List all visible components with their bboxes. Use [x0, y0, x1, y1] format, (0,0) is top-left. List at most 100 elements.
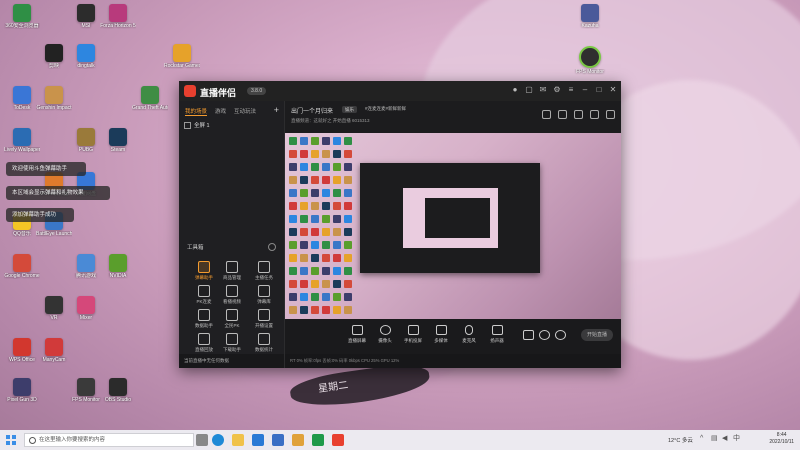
toolbox-item[interactable]: 下载助手 — [217, 333, 247, 353]
clock[interactable]: 8:44 2022/10/11 — [769, 432, 794, 446]
tool-icon — [226, 285, 238, 297]
audio-settings-button[interactable] — [537, 330, 551, 340]
source-mic[interactable]: 麦克风 — [455, 325, 483, 344]
source-camera[interactable]: 摄像头 — [371, 325, 399, 344]
windows-start-icon[interactable] — [6, 435, 16, 445]
settings-icon[interactable]: ⚙ — [553, 86, 561, 94]
avatar-icon[interactable]: ● — [511, 86, 519, 94]
desktop-icon[interactable]: 剪映 — [36, 44, 72, 69]
desktop-icon[interactable]: Forza Horizon 5 — [100, 4, 136, 29]
desktop-icon[interactable]: VR — [36, 296, 72, 321]
edge-icon[interactable] — [212, 434, 224, 446]
preview-icon — [300, 228, 308, 236]
desktop-icon[interactable]: 腾讯游戏 — [68, 254, 104, 279]
desktop-icon[interactable]: Steam — [100, 128, 136, 153]
preview-icon — [311, 241, 319, 249]
menu-icon[interactable]: ≡ — [567, 86, 575, 94]
desktop-icon-label: OBS Studio — [104, 397, 132, 403]
scene-item[interactable]: 全屏 1 — [184, 121, 210, 130]
toolbox-item[interactable]: PK连麦 — [189, 285, 219, 305]
toolbox-item[interactable]: 直播回放 — [189, 333, 219, 353]
main-toolbar — [542, 110, 615, 119]
live-companion-taskbar-icon[interactable] — [332, 434, 344, 446]
weather-widget[interactable]: 12°C 多云 — [668, 436, 693, 444]
toolbox-item[interactable]: 弹幕助手 — [189, 261, 219, 281]
desktop-icon[interactable]: OBS Studio — [100, 378, 136, 403]
add-scene-button[interactable]: + — [274, 105, 279, 115]
close-icon[interactable]: ✕ — [609, 86, 617, 94]
source-screen[interactable]: 直播屏幕 — [343, 325, 371, 344]
preview-icon — [344, 280, 352, 288]
record-icon[interactable] — [574, 110, 583, 119]
ime-icon[interactable]: 中 — [733, 435, 740, 443]
taskbar-app-icon[interactable] — [312, 434, 324, 446]
toolbox-item[interactable]: 商品管理 — [217, 261, 247, 281]
desktop-icon[interactable]: Google Chrome — [4, 254, 40, 279]
toolbox-item[interactable]: 数据统计 — [249, 333, 279, 353]
app-g-icon[interactable] — [292, 434, 304, 446]
tab-interactive[interactable]: 互动玩法 — [234, 107, 256, 116]
desktop-icon[interactable]: PUBG — [68, 128, 104, 153]
share-icon[interactable] — [542, 110, 551, 119]
live-preview[interactable] — [285, 133, 621, 319]
preview-icon — [311, 137, 319, 145]
desktop-icon[interactable]: dingtalk — [68, 44, 104, 69]
toolbox-item[interactable]: 弹幕库 — [249, 285, 279, 305]
stream-title[interactable]: 出门一个月归来 — [291, 106, 333, 115]
desktop-icon[interactable]: ToDesk — [4, 86, 40, 111]
lock-icon[interactable] — [558, 110, 567, 119]
volume-icon[interactable]: ◀ — [722, 435, 729, 443]
toolbox-item[interactable]: 数据助手 — [189, 309, 219, 329]
desktop-icon[interactable]: Mixer — [68, 296, 104, 321]
expand-icon[interactable] — [606, 110, 615, 119]
source-phone[interactable]: 手机投屏 — [399, 325, 427, 344]
desktop-icon[interactable]: Grand Theft Auto V — [132, 86, 168, 111]
desktop-icon-label: QQ音乐 — [13, 231, 31, 237]
desktop-icon-label: Grand Theft Auto V — [132, 105, 168, 111]
task-view-icon[interactable] — [196, 434, 208, 446]
desktop-icon[interactable]: MSI — [68, 4, 104, 29]
live-companion-window[interactable]: 直播伴侣 3.8.0 ● ▢ ✉ ⚙ ≡ – □ ✕ 我的场景 游戏 互动玩法 … — [179, 81, 621, 368]
tab-games[interactable]: 游戏 — [215, 107, 226, 116]
app-icon — [77, 128, 95, 146]
record-video-button[interactable] — [521, 330, 535, 340]
desktop-icon[interactable]: ManyCam — [36, 338, 72, 363]
stream-category-tag[interactable]: 娱乐 — [342, 106, 357, 113]
desktop-icon[interactable]: Rockstar Games — [164, 44, 200, 69]
toolbox-more-icon[interactable] — [268, 243, 276, 251]
mail-icon[interactable] — [272, 434, 284, 446]
desktop-icon[interactable]: Pixel Gun 3D — [4, 378, 40, 403]
chevron-up-icon[interactable]: ^ — [700, 435, 707, 443]
desktop-icon-label: NVIDIA — [109, 273, 127, 279]
message-icon[interactable]: ✉ — [539, 86, 547, 94]
settings-button[interactable] — [553, 330, 567, 340]
file-explorer-icon[interactable] — [232, 434, 244, 446]
toolbox-item[interactable]: 主播任务 — [249, 261, 279, 281]
skin-icon[interactable]: ▢ — [525, 86, 533, 94]
toolbox-item[interactable]: 开播设置 — [249, 309, 279, 329]
desktop-icon[interactable]: NVIDIA — [100, 254, 136, 279]
notification-icon[interactable] — [590, 110, 599, 119]
source-media[interactable]: 多媒体 — [427, 325, 455, 344]
desktop-icon[interactable]: 360安全浏览器 — [4, 4, 40, 29]
toolbox-item[interactable]: 看播视频 — [217, 285, 247, 305]
go-live-button[interactable]: 开始直播 — [581, 329, 613, 341]
taskbar-search-input[interactable]: 在这里输入你要搜索的内容 — [24, 433, 194, 447]
stream-topic-tag[interactable]: #连麦连麦#新鲜新鲜 — [365, 106, 406, 112]
store-icon[interactable] — [252, 434, 264, 446]
desktop-icon-right-fps[interactable]: FPS Monitor — [572, 46, 608, 75]
toolbox-item[interactable]: 全民PK — [217, 309, 247, 329]
desktop-icon[interactable]: Lively Wallpaper — [4, 128, 40, 153]
desktop-icon[interactable]: WPS Office — [4, 338, 40, 363]
source-speaker[interactable]: 扬声器 — [483, 325, 511, 344]
desktop-icon-right-top[interactable]: Kazuha — [572, 4, 608, 29]
network-icon[interactable]: ▤ — [711, 435, 718, 443]
maximize-icon[interactable]: □ — [595, 86, 603, 94]
minimize-icon[interactable]: – — [581, 86, 589, 94]
desktop-icon[interactable]: Genshin Impact — [36, 86, 72, 111]
visibility-icon[interactable] — [184, 122, 191, 130]
desktop-icon[interactable]: FPS Monitor — [68, 378, 104, 403]
tab-my-scenes[interactable]: 我的场景 — [185, 107, 208, 116]
preview-icon — [322, 254, 330, 262]
app-titlebar[interactable]: 直播伴侣 3.8.0 ● ▢ ✉ ⚙ ≡ – □ ✕ — [179, 81, 621, 101]
